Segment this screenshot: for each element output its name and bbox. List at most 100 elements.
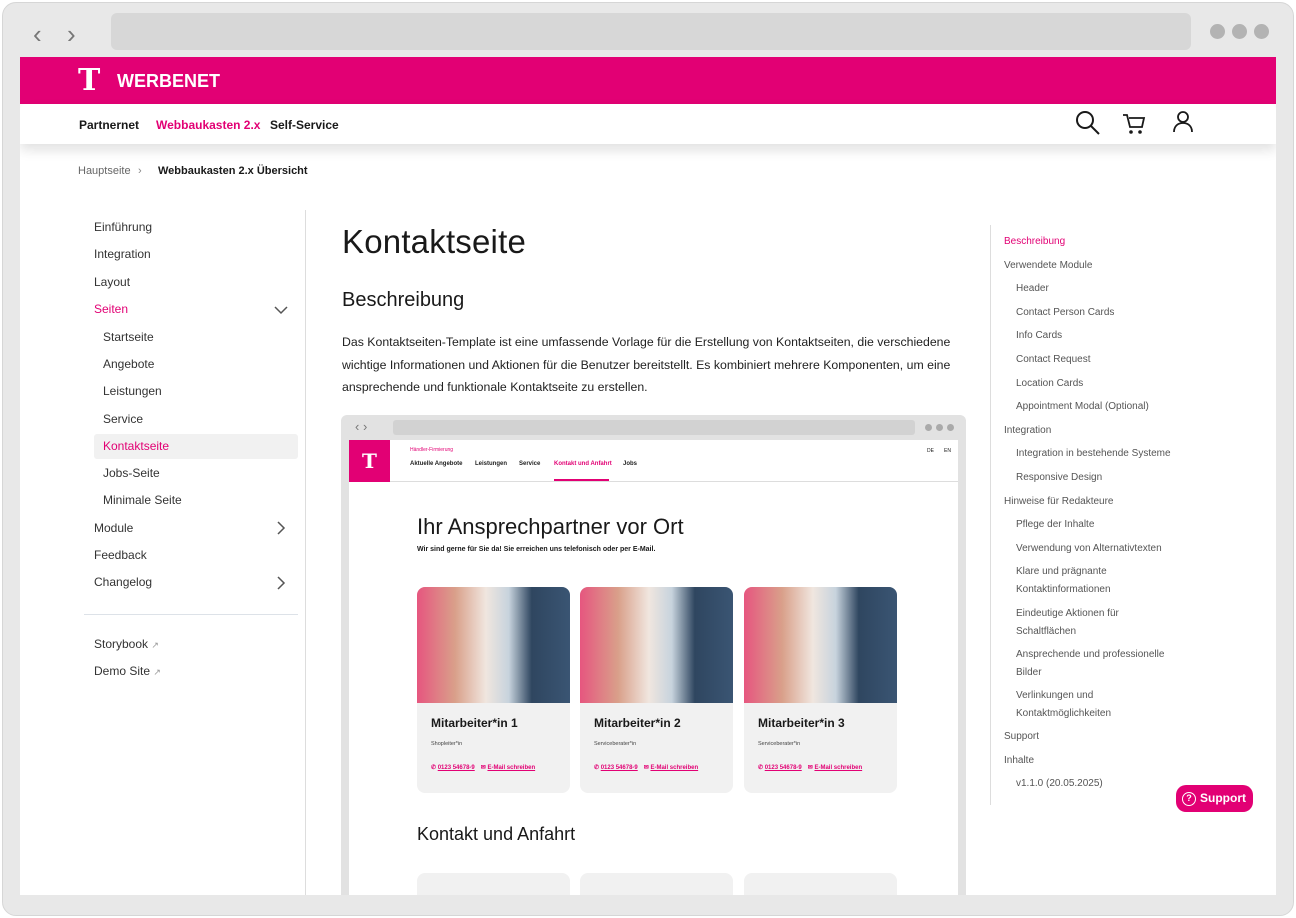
page-title: Kontaktseite [342,223,527,260]
toc-item[interactable]: Location Cards [1016,375,1083,393]
card-contacts: ✆ 0123 54678-9 ✉ E-Mail schreiben [431,765,536,771]
sidebar-link-storybook[interactable]: Storybook ↗ [94,632,159,657]
sidebar-item-integration[interactable]: Integration [94,242,151,267]
back-icon[interactable]: ‹ [33,21,42,47]
card-email: E-Mail schreiben [814,765,863,771]
toc-item[interactable]: Header [1016,280,1049,298]
address-bar[interactable] [111,13,1191,50]
toc-item[interactable]: Verwendete Module [1004,257,1092,275]
telekom-logo[interactable]: T [78,66,100,96]
info-card [417,873,570,895]
sidebar-item-angebote[interactable]: Angebote [94,352,298,377]
sidebar-item-leistungen[interactable]: Leistungen [94,379,298,404]
toc-item[interactable]: Inhalte [1004,752,1034,770]
window-dot [1232,24,1247,39]
toc-item[interactable]: Contact Person Cards [1016,304,1114,322]
toc-item[interactable]: Responsive Design [1016,469,1102,487]
toc-item[interactable]: Hinweise für Redakteure [1004,493,1114,511]
card-contacts: ✆ 0123 54678-9 ✉ E-Mail schreiben [594,765,699,771]
toc-item[interactable]: Klare und prägnante Kontaktinformationen [1016,563,1166,598]
support-button[interactable]: ? Support [1176,785,1253,812]
toc-item[interactable]: v1.1.0 (20.05.2025) [1016,775,1103,793]
preview-dot [936,424,943,431]
sidebar-item-feedback[interactable]: Feedback [94,543,147,568]
window-dot [1210,24,1225,39]
brand-name[interactable]: WERBENET [117,71,220,92]
preview-lang-de: DE [927,448,934,454]
chevron-down-icon[interactable] [274,305,288,315]
toc-item[interactable]: Integration [1004,422,1051,440]
sidebar-item-seiten[interactable]: Seiten [94,297,128,322]
contact-photo [580,587,733,703]
breadcrumb-home[interactable]: Hauptseite [78,165,131,177]
brand-bar: T WERBENET [20,57,1276,104]
preview-active-underline [554,479,609,481]
card-email: E-Mail schreiben [650,765,699,771]
sidebar-item-kontaktseite[interactable]: Kontaktseite [94,434,298,459]
preview-nav-item: Service [519,461,541,467]
card-phone: 0123 54678-9 [437,765,475,771]
sidebar-item-module[interactable]: Module [94,516,133,541]
preview-nav-item-active: Kontakt und Anfahrt [554,461,612,467]
preview-nav-item: Leistungen [475,461,508,467]
toc-item[interactable]: Verlinkungen und Kontaktmöglichkeiten [1016,687,1156,722]
preview-back-icon: ‹ › [355,419,368,434]
help-icon: ? [1182,791,1196,806]
nav-partnernet[interactable]: Partnernet [79,118,139,132]
toc-item[interactable]: Appointment Modal (Optional) [1016,398,1149,416]
search-icon[interactable] [1075,110,1101,136]
toc-item[interactable]: Pflege der Inhalte [1016,516,1094,534]
left-sidebar [20,210,306,895]
breadcrumb-current: Webbaukasten 2.x Übersicht [158,165,308,177]
preview-dot [947,424,954,431]
user-icon[interactable] [1172,110,1194,134]
sidebar-item-jobs-seite[interactable]: Jobs-Seite [94,461,298,486]
toc-item[interactable]: Verwendung von Alternativtexten [1016,540,1162,558]
sidebar-link-demo-site[interactable]: Demo Site ↗ [94,659,161,684]
preview-page: T Händler-Firmierung Aktuelle Angebote L… [349,440,958,895]
sidebar-item-service[interactable]: Service [94,407,298,432]
chevron-right-icon[interactable] [276,576,286,590]
template-preview: ‹ › T Händler-Firmierung Aktuelle Angebo… [341,415,966,895]
sidebar-item-einfuehrung[interactable]: Einführung [94,215,152,240]
sidebar-item-layout[interactable]: Layout [94,270,130,295]
preview-logo: T [349,440,390,482]
preview-address-bar [393,420,915,435]
toc-item[interactable]: Eindeutige Aktionen für Schaltflächen [1016,605,1166,640]
forward-icon[interactable]: › [67,21,76,47]
demo-site-label: Demo Site [94,664,151,678]
support-label: Support [1200,791,1246,805]
nav-webbaukasten[interactable]: Webbaukasten 2.x [156,118,260,132]
preview-lang-en: EN [944,448,951,454]
preview-firm: Händler-Firmierung [410,447,454,453]
external-link-icon: ↗ [151,640,159,650]
chevron-right-icon[interactable] [276,521,286,535]
preview-section-heading: Kontakt und Anfahrt [417,824,576,844]
sidebar-item-startseite[interactable]: Startseite [94,325,298,350]
card-role: Shopleiter*in [431,741,463,747]
toc-item[interactable]: Integration in bestehende Systeme [1016,445,1171,463]
card-contacts: ✆ 0123 54678-9 ✉ E-Mail schreiben [758,765,863,771]
contact-card: Mitarbeiter*in 2 Serviceberater*in ✆ 0123 … [580,587,733,793]
card-role: Serviceberater*in [758,741,801,747]
contact-card: Mitarbeiter*in 3 Serviceberater*in ✆ 0123 … [744,587,897,793]
page: T WERBENET Partnernet Webbaukasten 2.x S… [20,57,1276,895]
toc-item[interactable]: Support [1004,728,1039,746]
breadcrumb-separator-icon: › [138,165,142,177]
storybook-label: Storybook [94,637,149,651]
sidebar-item-minimale-seite[interactable]: Minimale Seite [94,488,298,513]
description-paragraph: Das Kontaktseiten-Template ist eine umfa… [342,335,951,394]
contact-photo [417,587,570,703]
toc-item[interactable]: Info Cards [1016,327,1062,345]
external-link-icon: ↗ [153,667,161,677]
card-role: Serviceberater*in [594,741,637,747]
cart-icon[interactable] [1122,112,1146,136]
nav-self-service[interactable]: Self-Service [270,118,339,132]
contact-card: Mitarbeiter*in 1 Shopleiter*in ✆ 0123 5467… [417,587,570,793]
sidebar-item-changelog[interactable]: Changelog [94,570,152,595]
toc-item[interactable]: Beschreibung [1004,233,1065,251]
toc-item[interactable]: Ansprechende und professionelle Bilder [1016,646,1186,681]
contact-photo [744,587,897,703]
card-phone: 0123 54678-9 [764,765,802,771]
toc-item[interactable]: Contact Request [1016,351,1091,369]
